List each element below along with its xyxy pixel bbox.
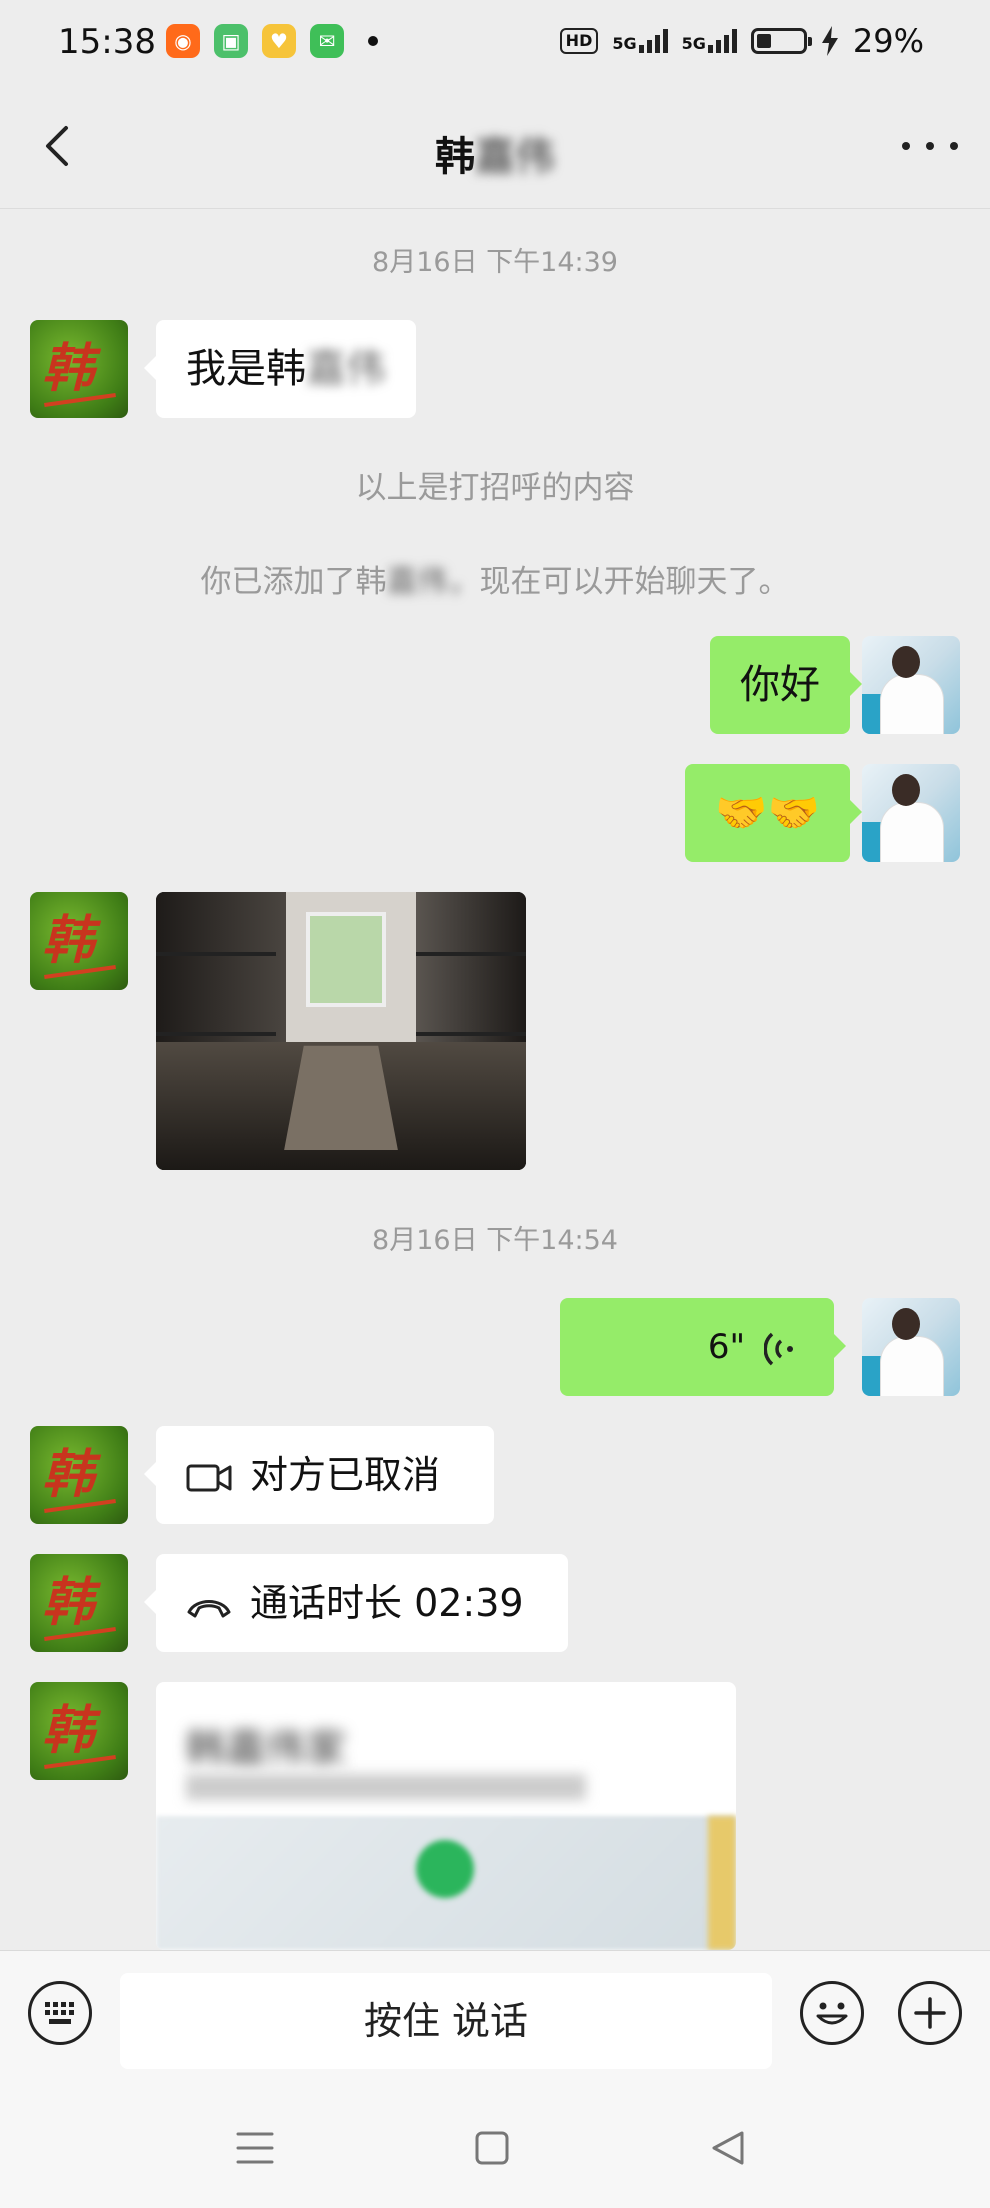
system-navigation-bar [0, 2076, 990, 2208]
location-card[interactable]: 韩嘉伟家 [156, 1682, 736, 1950]
video-camera-icon [186, 1464, 232, 1491]
more-options-button[interactable] [902, 126, 958, 166]
more-dot-icon [902, 142, 910, 150]
status-right: HD 5G 5G 29% [559, 22, 924, 60]
voice-message-bubble[interactable]: 6" [560, 1298, 846, 1396]
location-card-title: 韩嘉伟家 [186, 1726, 346, 1772]
battery-percent: 29% [852, 22, 924, 60]
back-triangle-icon[interactable] [710, 2130, 746, 2166]
hd-icon: HD [559, 28, 599, 54]
system-notice: 以上是打招呼的内容 [355, 470, 635, 506]
contact-avatar[interactable]: 韩 [30, 1554, 128, 1652]
contact-avatar[interactable]: 韩 [30, 1426, 128, 1524]
plus-icon [914, 1997, 946, 2029]
chat-title-obscured: 嘉伟 [475, 134, 555, 180]
timestamp: 8月16日 下午14:54 [372, 1225, 618, 1256]
menu-icon[interactable] [236, 2130, 274, 2166]
signal-2-icon: 5G [682, 29, 737, 53]
chat-title-visible: 韩 [435, 134, 475, 180]
message-app-icon: ✉ [310, 24, 344, 58]
green-app-icon: ▣ [214, 24, 248, 58]
image-message-dormitory[interactable] [156, 892, 526, 1170]
contact-avatar[interactable]: 韩 [30, 320, 128, 418]
more-dot-icon [926, 142, 934, 150]
chat-title: 韩嘉伟 [0, 124, 990, 182]
home-icon[interactable] [474, 2130, 510, 2166]
smiley-icon [816, 2002, 848, 2025]
contact-avatar[interactable]: 韩 [30, 892, 128, 990]
keyboard-toggle-button[interactable] [28, 1981, 92, 2045]
my-avatar[interactable] [862, 636, 960, 734]
location-card-address [186, 1774, 586, 1800]
video-call-record[interactable]: 对方已取消 [144, 1426, 494, 1524]
message-bubble-emoji[interactable]: 🤝🤝 [685, 764, 862, 862]
yellow-app-icon: ♥ [262, 24, 296, 58]
status-bar: 15:38 ◉ ▣ ♥ ✉ HD 5G 5G 29% [0, 0, 990, 90]
hold-to-talk-button[interactable]: 按住 说话 [120, 1973, 772, 2069]
message-bubble-out[interactable]: 你好 [710, 636, 862, 734]
more-functions-button[interactable] [898, 1981, 962, 2045]
voice-duration: 6" [707, 1327, 746, 1367]
keyboard-icon [45, 2002, 74, 2024]
status-time: 15:38 [58, 22, 156, 62]
voice-wave-icon [763, 1332, 793, 1365]
charging-icon [821, 26, 838, 56]
system-notice-added: 你已添加了韩嘉伟，现在可以开始聊天了。 [200, 564, 790, 600]
voice-call-record[interactable]: 通话时长 02:39 [144, 1554, 568, 1652]
emoji-button[interactable] [800, 1981, 864, 2045]
input-bar: 按住 说话 [0, 1950, 990, 2077]
phone-hangup-icon [187, 1599, 231, 1617]
kuaishou-icon: ◉ [166, 24, 200, 58]
more-dot-icon [950, 142, 958, 150]
chat-header: 韩嘉伟 [0, 90, 990, 209]
timestamp: 8月16日 下午14:39 [372, 247, 618, 278]
my-avatar[interactable] [862, 1298, 960, 1396]
battery-icon [750, 28, 812, 54]
notification-icons: ◉ ▣ ♥ ✉ [166, 24, 378, 58]
my-avatar[interactable] [862, 764, 960, 862]
map-pin-icon [416, 1840, 474, 1898]
signal-1-icon: 5G [612, 29, 668, 53]
contact-avatar[interactable]: 韩 [30, 1682, 128, 1780]
more-notifications-dot [368, 36, 378, 46]
message-bubble-in[interactable]: 我是韩嘉伟 [144, 320, 416, 418]
